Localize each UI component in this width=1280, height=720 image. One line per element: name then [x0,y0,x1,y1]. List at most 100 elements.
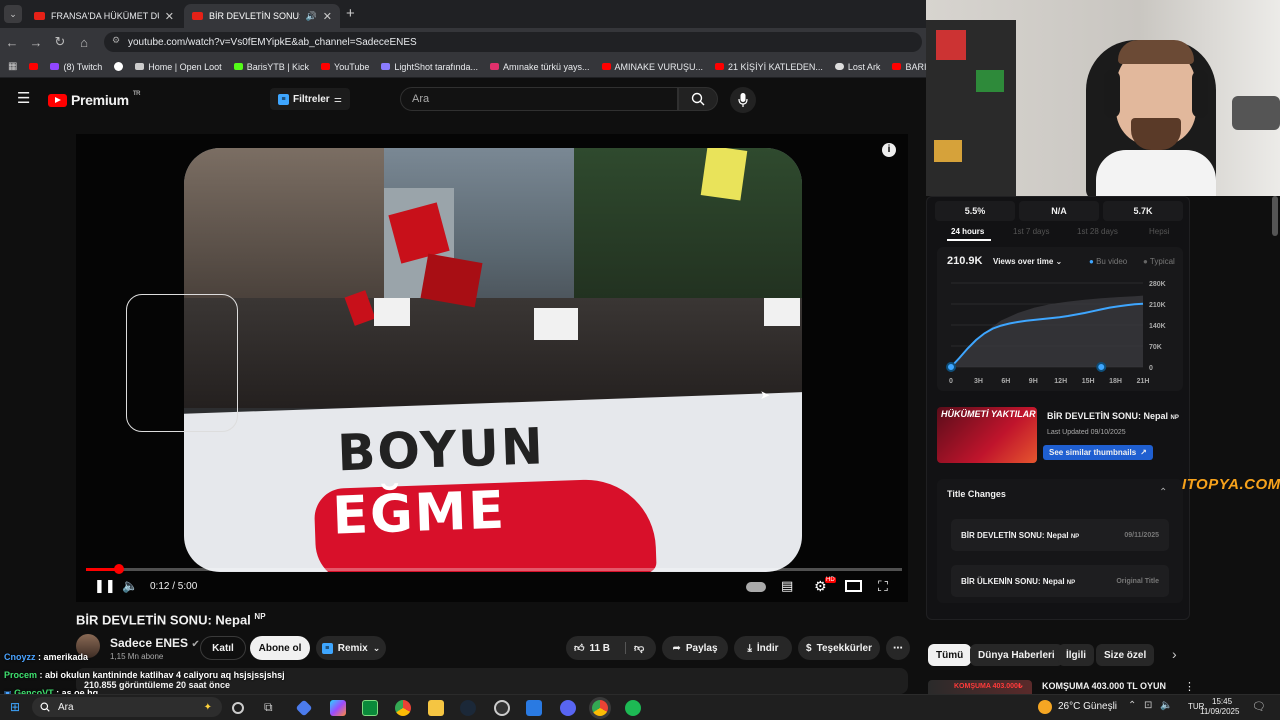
search-input[interactable]: Ara [400,87,678,111]
tab-nepal[interactable]: BİR DEVLETİN SONU: Nepal 🔊 ✕ [184,4,340,28]
title-change-item: BİR ÜLKENİN SONU: Nepal NP Original Title [951,565,1169,597]
browser-tab-strip: ⌄ FRANSA'DA HÜKÜMET DÜŞTÜ ✕ BİR DEVLETİN… [0,0,926,28]
thumbs-up-icon[interactable]: 👍︎ [574,642,584,654]
join-button[interactable]: Katıl [200,636,246,660]
bookmark-youtube-icon[interactable] [29,63,39,70]
video-frame[interactable]: BOYUN EĞME [184,148,802,572]
subscribe-button[interactable]: Abone ol [250,636,310,660]
thanks-button[interactable]: $ Teşekkürler [798,636,880,660]
clock-date[interactable]: 11/09/2025 [1200,707,1239,716]
more-actions-button[interactable]: ⋯ [886,636,910,660]
protest-sign [534,308,578,340]
chrome-icon[interactable] [395,700,411,716]
bookmark-google-icon[interactable] [114,62,124,71]
app-icon[interactable] [295,699,313,717]
theater-mode-icon[interactable] [845,580,862,592]
bookmark-item[interactable]: YouTube [321,62,369,72]
period-tab-28d[interactable]: 1st 28 days [1077,227,1118,236]
period-tab-all[interactable]: Hepsi [1149,227,1169,236]
clock-time[interactable]: 15:45 [1212,697,1232,706]
thumbs-down-icon[interactable]: 👎︎ [625,642,644,654]
next-video-thumbnail[interactable]: KOMŞUMA 403.000₺ [928,680,1032,694]
tab-search-icon[interactable]: ⌄ [4,5,22,23]
bookmark-item[interactable]: BARIŞ BRUH GİTAR... [892,62,926,72]
volume-icon[interactable]: 🔈 [122,578,138,594]
remix-button[interactable]: ≡ Remix ⌄ [316,636,386,660]
chevron-right-icon[interactable]: › [1172,646,1177,662]
chip-all[interactable]: Tümü [928,644,972,666]
bookmark-item[interactable]: Amınake türkü yays... [489,62,590,72]
speaker-icon[interactable]: 🔊 [306,11,317,22]
chip-world-news[interactable]: Dünya Haberleri [970,644,1063,666]
more-vert-icon[interactable]: ⋮ [1184,680,1195,693]
taskbar-search[interactable]: Ara ✦ [32,697,222,717]
cortana-icon[interactable] [232,702,244,714]
chip-related[interactable]: İlgili [1058,644,1094,666]
bookmark-item[interactable]: Home | Open Loot [135,62,222,72]
bookmark-item[interactable]: 21 KİŞİYİ KATLEDEN... [715,62,823,72]
voice-search-button[interactable] [730,87,756,113]
file-explorer-icon[interactable] [428,700,444,716]
task-view-icon[interactable]: ⧉ [264,700,280,716]
close-icon[interactable]: ✕ [165,10,174,23]
bookmark-item[interactable]: LightShot tarafında... [381,62,478,72]
download-button[interactable]: ⤓ İndir [734,636,792,660]
notifications-icon[interactable]: 🗨︎ [1252,700,1266,713]
bookmark-item[interactable]: (8) Twitch [50,62,102,72]
chevron-up-icon[interactable]: ⌃ [1159,487,1167,498]
discord-icon[interactable] [560,700,576,716]
app-icon[interactable] [526,700,542,716]
search-button[interactable] [678,87,718,111]
weather-sun-icon [1038,700,1052,714]
channel-name[interactable]: Sadece ENES ✔ [110,636,200,650]
obs-icon[interactable] [494,700,510,716]
reload-icon[interactable]: ↻ [48,34,72,50]
home-icon[interactable]: ⌂ [72,35,96,50]
tray-chevron-up-icon[interactable]: ⌃ [1128,700,1136,711]
x-tick-label: 18H [1109,378,1122,385]
info-icon[interactable]: i [882,143,896,157]
progress-scrubber[interactable] [113,564,124,574]
bookmark-item[interactable]: BarisYTB | Kick [233,62,309,72]
chrome-active-icon[interactable] [592,700,608,716]
tab-fransa[interactable]: FRANSA'DA HÜKÜMET DÜŞTÜ ✕ [26,4,182,28]
filters-button[interactable]: ≡ Filtreler ⚌ [270,88,350,110]
url-field[interactable]: ⚙ youtube.com/watch?v=Vs0fEMYipkE&ab_cha… [104,32,922,52]
youtube-play-icon [48,93,67,107]
copilot-icon[interactable] [330,700,346,716]
title-change-text: BİR ÜLKENİN SONU: Nepal [961,576,1065,586]
video-player[interactable]: BOYUN EĞME i ➤ ❚❚ 🔈 0:12 / 5:00 ▤ ⚙ HD ⛶ [76,134,908,602]
pause-icon[interactable]: ❚❚ [94,578,116,594]
bookmark-item[interactable]: AMINAKE VURUŞU... [601,62,703,72]
sidebar-scrollbar[interactable] [1272,196,1278,236]
apps-grid-icon[interactable]: ▦ [8,61,17,72]
site-info-icon[interactable]: ⚙ [112,35,120,46]
network-icon[interactable]: ⊡ [1144,700,1152,711]
subtitles-icon[interactable]: ▤ [781,578,793,594]
similar-thumbnails-button[interactable]: See similar thumbnails ↗ [1043,445,1153,460]
close-icon[interactable]: ✕ [323,10,332,23]
weather-text[interactable]: 26°C Güneşli [1058,701,1117,712]
progress-bar[interactable] [86,564,902,574]
like-count[interactable]: 11 B [589,643,610,654]
youtube-premium-logo[interactable]: Premium TR [48,91,141,108]
menu-hamburger-icon[interactable]: ☰ [17,89,30,107]
period-tab-7d[interactable]: 1st 7 days [1013,227,1049,236]
sliders-icon: ⚌ [333,93,342,104]
volume-icon[interactable]: 🔈 [1160,700,1172,711]
chip-for-you[interactable]: Size özel [1096,644,1155,666]
back-arrow-icon[interactable]: ← [0,35,24,50]
steam-icon[interactable] [460,700,476,716]
bookmark-item[interactable]: Lost Ark [834,62,880,72]
new-tab-plus-icon[interactable]: + [346,5,355,22]
share-button[interactable]: ➦ Paylaş [662,636,728,660]
next-video-title[interactable]: KOMŞUMA 403.000 TL OYUN [1042,681,1166,691]
video-thumbnail[interactable]: HÜKÜMETİ YAKTILAR [937,407,1037,463]
fullscreen-icon[interactable]: ⛶ [878,578,888,595]
period-tab-24h[interactable]: 24 hours [951,227,984,236]
forward-arrow-icon[interactable]: → [24,35,48,50]
autoplay-toggle[interactable] [746,582,766,592]
spotify-icon[interactable] [625,700,641,716]
store-icon[interactable] [362,700,378,716]
windows-start-icon[interactable]: ⊞ [10,700,20,714]
